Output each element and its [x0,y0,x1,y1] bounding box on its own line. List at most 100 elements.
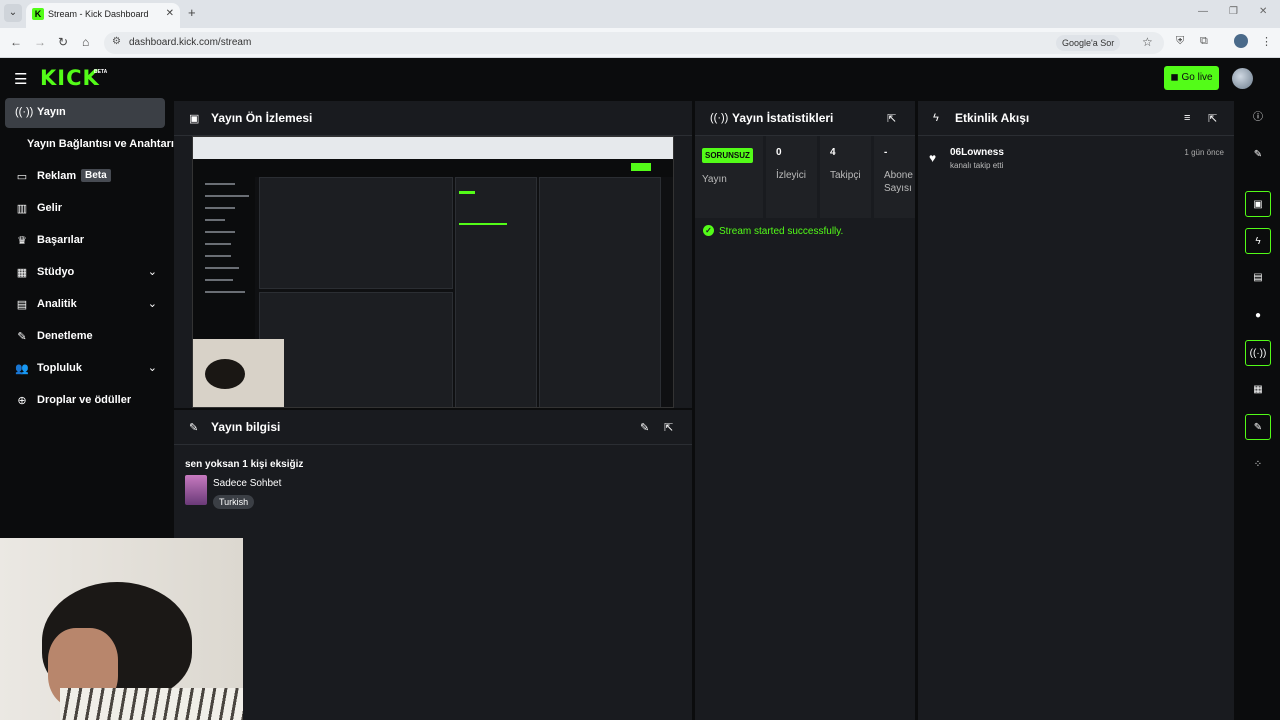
sidebar-item-denetleme[interactable]: ✎ Denetleme [5,322,165,352]
wrench-icon: ✎ [189,422,199,434]
maximize-button[interactable]: ❐ [1229,6,1238,17]
stat-label: Yayın [702,174,727,185]
google-lens-chip[interactable]: Google'a Sor [1056,35,1121,51]
sidebar-item-studyo[interactable]: ▦ Stüdyo ⌄ [5,258,165,288]
wrench-icon[interactable]: ✎ [1245,414,1271,440]
preview-mini-header [193,159,673,177]
lightning-icon: ϟ [933,112,939,124]
stream-stats-panel: ((·)) Yayın İstatistikleri ⇱ SORUNSUZ Ya… [695,101,915,720]
preview-line [205,267,239,269]
stat-status: SORUNSUZ Yayın [695,136,765,218]
sidebar-item-label: Yayın [37,106,66,118]
browser-menu-icon[interactable]: ⋮ [1261,35,1272,48]
sidebar-item-topluluk[interactable]: 👥 Topluluk ⌄ [5,354,165,384]
tv-icon: ▭ [16,171,28,183]
panel-title: Yayın Ön İzlemesi [211,111,313,125]
broadcast-icon: ((·)) [15,106,34,118]
filter-icon[interactable]: ≡ [1184,112,1190,124]
address-bar[interactable]: ⚙ dashboard.kick.com/stream Google'a Sor… [104,32,1164,54]
studio-icon: ▦ [16,267,28,279]
user-avatar[interactable] [1232,68,1253,89]
sidebar-item-stream-key[interactable]: Yayın Bağlantısı ve Anahtarı [5,130,174,160]
edit-icon[interactable]: ✎ [1245,142,1271,168]
category-thumbnail[interactable] [185,475,207,505]
gift-icon: ⊕ [17,395,27,407]
back-icon[interactable]: ← [10,35,22,49]
browser-tab[interactable]: K Stream - Kick Dashboard ✕ [26,3,180,28]
document-icon[interactable]: ▤ [1245,265,1271,291]
preview-mini-panel [539,177,661,407]
preview-line [205,207,235,209]
kick-logo[interactable]: KICK [40,66,100,90]
event-username[interactable]: 06Lowness [950,147,1004,158]
stream-preview-video[interactable] [192,136,674,408]
sidebar-item-label: Stüdyo [37,266,75,278]
site-info-icon[interactable]: ⚙ [112,36,121,47]
broadcast-icon[interactable]: ((·)) [1245,340,1271,366]
url-text: dashboard.kick.com/stream [129,37,252,48]
browser-profile-avatar[interactable] [1234,34,1248,48]
extensions-icon[interactable]: ⧉ [1200,35,1208,48]
event-time: 1 gün önce [1184,148,1224,157]
shield-extension-icon[interactable]: ⛨ [1176,35,1184,48]
panel-header: ✎ Yayın bilgisi ✎ ⇱ [174,410,692,445]
sidebar-item-label: Yayın Bağlantısı ve Anahtarı [27,138,174,150]
right-toolbar: ⓘ ✎ ▣ ϟ ▤ ● ((·)) ▦ ✎ ⁘ [1238,98,1280,720]
category-name[interactable]: Sadece Sohbet [213,478,281,489]
kick-favicon-icon: K [32,8,44,20]
sidebar-item-analitik[interactable]: ▤ Analitik ⌄ [5,290,165,320]
sidebar: ((·)) Yayın Yayın Bağlantısı ve Anahtarı… [0,98,174,538]
sidebar-item-reklam[interactable]: ▭ Reklam Beta [5,162,165,192]
stat-value: 0 [776,147,782,158]
browser-toolbar: ← → ↻ ⌂ ⚙ dashboard.kick.com/stream Goog… [0,28,1280,58]
sidebar-item-basarilar[interactable]: ♛ Başarılar [5,226,165,256]
browser-tabbar: ⌄ K Stream - Kick Dashboard ✕ + — ❐ ✕ [0,0,1280,28]
more-icon[interactable]: ⁘ [1245,452,1271,478]
lightning-icon[interactable]: ϟ [1245,228,1271,254]
sidebar-item-label: Gelir [37,202,63,214]
stat-label: İzleyici [776,170,807,181]
heart-icon: ♥ [929,151,937,165]
stat-label: Takipçi [830,170,861,181]
bookmark-star-icon[interactable]: ☆ [1142,35,1153,49]
webcam-overlay [0,538,243,720]
camera-icon[interactable]: ▣ [1245,191,1271,217]
popout-icon[interactable]: ⇱ [664,421,673,434]
reload-icon[interactable]: ↻ [58,35,68,49]
chart-icon: ▥ [16,203,28,215]
panel-title: Yayın bilgisi [211,420,281,434]
sidebar-item-yayin[interactable]: ((·)) Yayın [5,98,165,128]
sidebar-item-droplar[interactable]: ⊕ Droplar ve ödüller [5,386,165,416]
edit-icon[interactable]: ✎ [640,421,649,434]
preview-mini-badge [459,191,475,194]
tab-search-button[interactable]: ⌄ [4,4,22,22]
go-live-button[interactable]: ◼ Go live [1164,66,1219,90]
new-tab-button[interactable]: + [188,5,196,20]
panel-title: Etkinlik Akışı [955,111,1030,125]
preview-line [205,279,233,281]
info-icon[interactable]: ⓘ [1245,105,1271,131]
popout-icon[interactable]: ⇱ [887,112,896,125]
stream-info-panel: ✎ Yayın bilgisi ✎ ⇱ sen yoksan 1 kişi ek… [174,410,692,720]
sidebar-item-gelir[interactable]: ▥ Gelir [5,194,165,224]
chat-icon[interactable]: ● [1245,303,1271,329]
menu-icon[interactable]: ☰ [14,70,27,88]
sidebar-item-label: Denetleme [37,330,93,342]
forward-icon[interactable]: → [34,35,46,49]
popout-icon[interactable]: ⇱ [1208,112,1217,125]
close-window-button[interactable]: ✕ [1259,6,1267,17]
stat-value: 4 [830,147,836,158]
status-badge: SORUNSUZ [702,148,753,163]
analytics-icon: ▤ [16,299,28,311]
preview-line [205,195,249,197]
preview-webcam-feed [193,339,284,407]
stat-value: - [884,147,888,158]
preview-mini-panel [259,292,453,407]
preview-mini-panel [259,177,453,289]
minimize-button[interactable]: — [1198,6,1208,17]
tab-close-icon[interactable]: ✕ [166,8,174,19]
home-icon[interactable]: ⌂ [82,35,89,49]
stream-preview-panel: ▣ Yayın Ön İzlemesi [174,101,692,408]
layout-icon[interactable]: ▦ [1245,377,1271,403]
go-live-icon: ◼ [1170,72,1182,83]
